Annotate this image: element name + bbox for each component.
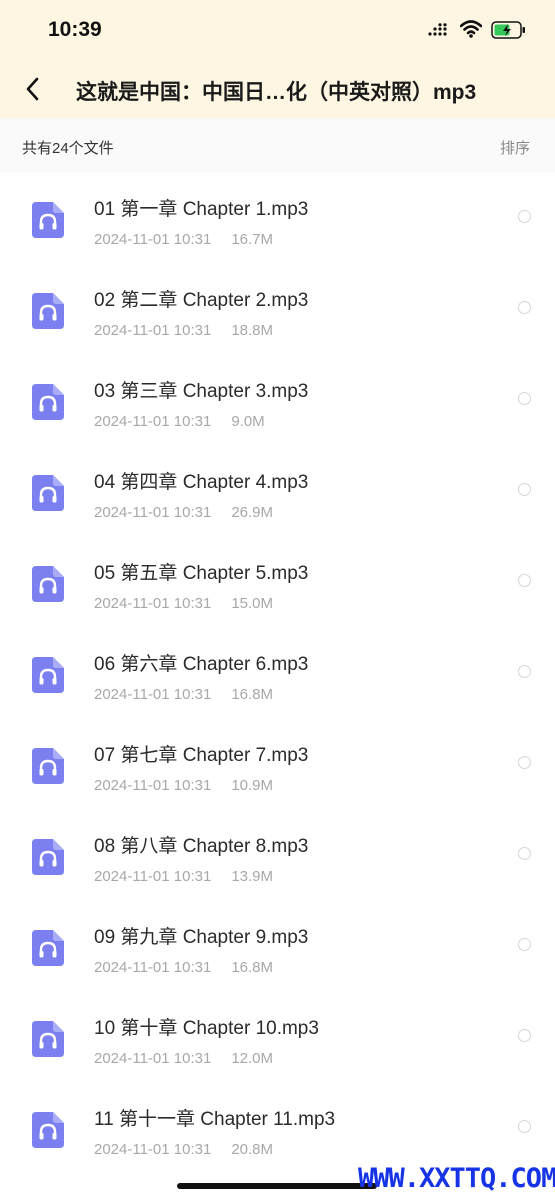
file-count: 共有24个文件 xyxy=(22,140,114,157)
cellular-signal-icon xyxy=(428,23,452,42)
audio-file-icon xyxy=(32,293,64,329)
home-indicator xyxy=(177,1183,377,1189)
file-row[interactable]: 01 第一章 Chapter 1.mp3 2024-11-01 10:31 16.7… xyxy=(0,172,555,263)
file-meta: 2024-11-01 10:31 20.8M xyxy=(94,1141,273,1158)
file-row[interactable]: 11 第十一章 Chapter 11.mp3 2024-11-01 10:31 20… xyxy=(0,1082,555,1173)
audio-file-icon xyxy=(32,839,64,875)
file-name: 01 第一章 Chapter 1.mp3 xyxy=(94,199,309,220)
file-row[interactable]: 04 第四章 Chapter 4.mp3 2024-11-01 10:31 26.9… xyxy=(0,445,555,536)
file-size: 16.7M xyxy=(231,231,274,248)
file-size: 20.8M xyxy=(231,1141,274,1158)
select-radio[interactable] xyxy=(518,483,531,496)
file-date: 2024-11-01 10:31 xyxy=(94,777,212,794)
audio-file-icon xyxy=(32,748,64,784)
select-radio[interactable] xyxy=(518,847,531,860)
file-name: 09 第九章 Chapter 9.mp3 xyxy=(94,927,309,948)
audio-file-icon xyxy=(32,1112,64,1148)
file-name: 03 第三章 Chapter 3.mp3 xyxy=(94,381,309,402)
file-meta: 2024-11-01 10:31 10.9M xyxy=(94,777,273,794)
file-size: 13.9M xyxy=(231,868,274,885)
battery-charging-icon xyxy=(491,21,527,44)
select-radio[interactable] xyxy=(518,301,531,314)
file-size: 15.0M xyxy=(231,595,274,612)
audio-file-icon xyxy=(32,566,64,602)
file-size: 16.8M xyxy=(231,686,274,703)
select-radio[interactable] xyxy=(518,1120,531,1133)
file-row[interactable]: 03 第三章 Chapter 3.mp3 2024-11-01 10:31 9.0M xyxy=(0,354,555,445)
audio-file-icon xyxy=(32,1021,64,1057)
select-radio[interactable] xyxy=(518,1029,531,1042)
file-date: 2024-11-01 10:31 xyxy=(94,1141,212,1158)
file-list: 01 第一章 Chapter 1.mp3 2024-11-01 10:31 16.7… xyxy=(0,172,555,1173)
file-size: 9.0M xyxy=(231,413,265,430)
file-row[interactable]: 10 第十章 Chapter 10.mp3 2024-11-01 10:31 12.… xyxy=(0,991,555,1082)
audio-file-icon xyxy=(32,657,64,693)
watermark: WWW.XXTTQ.COM xyxy=(358,1163,555,1194)
file-name: 06 第六章 Chapter 6.mp3 xyxy=(94,654,309,675)
file-date: 2024-11-01 10:31 xyxy=(94,595,212,612)
file-row[interactable]: 02 第二章 Chapter 2.mp3 2024-11-01 10:31 18.8… xyxy=(0,263,555,354)
sort-button[interactable]: 排序 xyxy=(500,137,530,158)
file-date: 2024-11-01 10:31 xyxy=(94,413,212,430)
file-date: 2024-11-01 10:31 xyxy=(94,868,212,885)
status-time: 10:39 xyxy=(48,18,102,41)
file-date: 2024-11-01 10:31 xyxy=(94,686,212,703)
select-radio[interactable] xyxy=(518,665,531,678)
file-meta: 2024-11-01 10:31 18.8M xyxy=(94,322,273,339)
file-meta: 2024-11-01 10:31 26.9M xyxy=(94,504,273,521)
file-meta: 2024-11-01 10:31 15.0M xyxy=(94,595,273,612)
file-date: 2024-11-01 10:31 xyxy=(94,231,212,248)
file-row[interactable]: 09 第九章 Chapter 9.mp3 2024-11-01 10:31 16.8… xyxy=(0,900,555,991)
file-date: 2024-11-01 10:31 xyxy=(94,959,212,976)
select-radio[interactable] xyxy=(518,210,531,223)
file-size: 12.0M xyxy=(231,1050,274,1067)
list-summary-bar: 共有24个文件 排序 xyxy=(0,118,555,172)
wifi-icon xyxy=(459,20,483,43)
file-date: 2024-11-01 10:31 xyxy=(94,504,212,521)
file-date: 2024-11-01 10:31 xyxy=(94,1050,212,1067)
select-radio[interactable] xyxy=(518,756,531,769)
file-name: 08 第八章 Chapter 8.mp3 xyxy=(94,836,309,857)
file-meta: 2024-11-01 10:31 13.9M xyxy=(94,868,273,885)
file-row[interactable]: 07 第七章 Chapter 7.mp3 2024-11-01 10:31 10.9… xyxy=(0,718,555,809)
audio-file-icon xyxy=(32,930,64,966)
audio-file-icon xyxy=(32,475,64,511)
back-button[interactable] xyxy=(20,74,48,104)
file-name: 02 第二章 Chapter 2.mp3 xyxy=(94,290,309,311)
file-row[interactable]: 05 第五章 Chapter 5.mp3 2024-11-01 10:31 15.0… xyxy=(0,536,555,627)
file-meta: 2024-11-01 10:31 9.0M xyxy=(94,413,265,430)
chevron-left-icon xyxy=(26,77,39,101)
file-size: 18.8M xyxy=(231,322,274,339)
file-size: 26.9M xyxy=(231,504,274,521)
file-meta: 2024-11-01 10:31 12.0M xyxy=(94,1050,273,1067)
file-size: 16.8M xyxy=(231,959,274,976)
navigation-bar: 这就是中国：中国日…化（中英对照）mp3 xyxy=(0,60,555,118)
select-radio[interactable] xyxy=(518,574,531,587)
file-meta: 2024-11-01 10:31 16.8M xyxy=(94,959,273,976)
file-meta: 2024-11-01 10:31 16.7M xyxy=(94,231,273,248)
file-row[interactable]: 08 第八章 Chapter 8.mp3 2024-11-01 10:31 13.9… xyxy=(0,809,555,900)
select-radio[interactable] xyxy=(518,938,531,951)
file-name: 10 第十章 Chapter 10.mp3 xyxy=(94,1018,319,1039)
file-row[interactable]: 06 第六章 Chapter 6.mp3 2024-11-01 10:31 16.8… xyxy=(0,627,555,718)
file-name: 11 第十一章 Chapter 11.mp3 xyxy=(94,1109,336,1130)
select-radio[interactable] xyxy=(518,392,531,405)
page-title: 这就是中国：中国日…化（中英对照）mp3 xyxy=(76,81,477,104)
file-meta: 2024-11-01 10:31 16.8M xyxy=(94,686,273,703)
status-bar: 10:39 xyxy=(0,0,555,60)
audio-file-icon xyxy=(32,384,64,420)
file-name: 04 第四章 Chapter 4.mp3 xyxy=(94,472,309,493)
audio-file-icon xyxy=(32,202,64,238)
file-size: 10.9M xyxy=(231,777,274,794)
file-name: 07 第七章 Chapter 7.mp3 xyxy=(94,745,309,766)
file-name: 05 第五章 Chapter 5.mp3 xyxy=(94,563,309,584)
file-date: 2024-11-01 10:31 xyxy=(94,322,212,339)
